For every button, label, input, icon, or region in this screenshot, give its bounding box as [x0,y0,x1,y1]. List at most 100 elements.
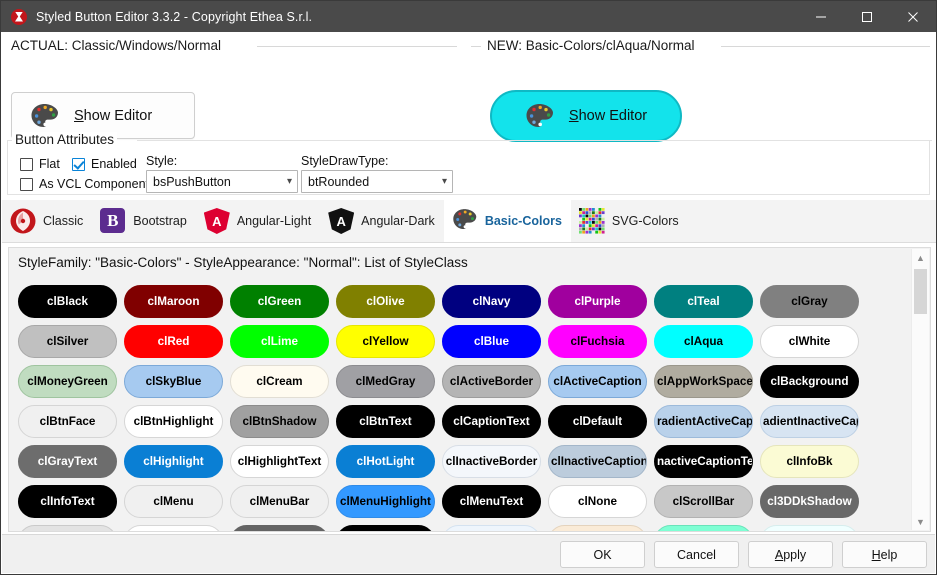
styleclass-button-clPurple[interactable]: clPurple [548,285,647,318]
styleclass-button-clHighlightText[interactable]: clHighlightText [230,445,329,478]
apply-button[interactable]: Apply [748,541,833,568]
styleclass-button-clActiveCaption[interactable]: clActiveCaption [548,365,647,398]
styleclass-button-clWindow[interactable]: clWindow [124,525,223,531]
styleclass-button-clMenu[interactable]: clMenu [124,485,223,518]
checkbox-flat-box[interactable] [20,157,33,171]
style-family-tab-label: Basic-Colors [484,214,562,228]
styleclass-button-adientInactiveCap[interactable]: adientInactiveCap [760,405,859,438]
styleclass-cell: clMoneyGreen [18,358,124,398]
cancel-button[interactable]: Cancel [654,541,739,568]
styleclass-button-clCaptionText[interactable]: clCaptionText [442,405,541,438]
styleclass-cell: cl3DLight [18,518,124,531]
styleclass-button-clMenuText[interactable]: clMenuText [442,485,541,518]
chevron-down-icon[interactable]: ▼ [912,513,929,530]
styleclass-button-clMoneyGreen[interactable]: clMoneyGreen [18,365,117,398]
styleclass-button-label: clInfoBk [786,455,833,468]
styleclass-button-clScrollBar[interactable]: clScrollBar [654,485,753,518]
styleclass-button-label: clLime [260,335,299,348]
styleclass-button-label: clInfoText [40,495,95,508]
styleclass-button-cl3DLight[interactable]: cl3DLight [18,525,117,531]
style-family-tab-svg-colors[interactable]: SVG-Colors [571,200,688,242]
styleclass-button-clSkyBlue[interactable]: clSkyBlue [124,365,223,398]
ok-button[interactable]: OK [560,541,645,568]
style-family-tab-basic-colors[interactable]: Basic-Colors [443,200,571,242]
styleclass-button-clSilver[interactable]: clSilver [18,325,117,358]
styleclass-button-clMaroon[interactable]: clMaroon [124,285,223,318]
styleclass-button-clAppWorkSpace[interactable]: clAppWorkSpace [654,365,753,398]
styleclass-button-clWebAliceBlue[interactable]: clWebAliceBlue [442,525,541,531]
styleclass-button-clYellow[interactable]: clYellow [336,325,435,358]
styleclass-row: clBtnFace clBtnHighlight clBtnShadow clBtnT… [18,398,900,438]
styleclass-button-radientActiveCapt[interactable]: radientActiveCapt [654,405,753,438]
styleclass-button-clGray[interactable]: clGray [760,285,859,318]
style-combobox[interactable]: bsPushButton ▾ [146,170,298,193]
styleclass-button-clActiveBorder[interactable]: clActiveBorder [442,365,541,398]
new-group-divider-right [721,46,930,47]
checkbox-as-vcl-component[interactable]: As VCL Component [20,177,149,191]
styleclass-button-clMenuBar[interactable]: clMenuBar [230,485,329,518]
styleclass-button-clWebAntiqueWhite[interactable]: clWebAntiqueWhite [548,525,647,531]
styleclass-button-clCream[interactable]: clCream [230,365,329,398]
checkbox-enabled-box[interactable] [72,157,85,171]
styleclass-button-clInactiveBorder[interactable]: clInactiveBorder [442,445,541,478]
minimize-icon[interactable] [798,1,844,32]
styleclass-cell: cl3DDkShadow [760,478,866,518]
styleclass-button-clBlue[interactable]: clBlue [442,325,541,358]
apply-button-label: Apply [774,547,807,562]
styleclass-cell: clMenuText [442,478,548,518]
styleclass-button-clGreen[interactable]: clGreen [230,285,329,318]
styleclass-button-clNavy[interactable]: clNavy [442,285,541,318]
styleclass-button-clOlive[interactable]: clOlive [336,285,435,318]
styleclass-button-cl3DDkShadow[interactable]: cl3DDkShadow [760,485,859,518]
styleclass-button-clInactiveCaption[interactable]: clInactiveCaption [548,445,647,478]
maximize-icon[interactable] [844,1,890,32]
styleclass-cell: clMedGray [336,358,442,398]
styleclass-button-clHotLight[interactable]: clHotLight [336,445,435,478]
styleclass-button-clFuchsia[interactable]: clFuchsia [548,325,647,358]
styleclass-button-clWebAquamarine[interactable]: clWebAquamarine [654,525,753,531]
styleclass-button-label: clNavy [472,295,511,308]
styleclass-button-clDefault[interactable]: clDefault [548,405,647,438]
style-family-tab-angular-dark[interactable]: A Angular-Dark [320,200,444,242]
styleclass-button-nactiveCaptionTe[interactable]: nactiveCaptionTe [654,445,753,478]
style-family-tab-bootstrap[interactable]: B Bootstrap [92,200,196,242]
preview-area: ACTUAL: Classic/Windows/Normal Show Edit… [1,32,936,142]
styleclass-button-clWindowText[interactable]: clWindowText [336,525,435,531]
styleclass-button-clMenuHighlight[interactable]: clMenuHighlight [336,485,435,518]
close-icon[interactable] [890,1,936,32]
styleclass-button-clBtnHighlight[interactable]: clBtnHighlight [124,405,223,438]
checkbox-flat[interactable]: Flat [20,157,60,171]
new-group-divider-left [471,46,481,47]
styleclass-button-label: clBlue [473,335,510,348]
styleclass-button-clBackground[interactable]: clBackground [760,365,859,398]
checkbox-as-vcl-component-box[interactable] [20,177,33,191]
styleclass-button-clNone[interactable]: clNone [548,485,647,518]
help-button[interactable]: Help [842,541,927,568]
styleclass-button-clTeal[interactable]: clTeal [654,285,753,318]
styleclass-button-label: clHotLight [356,455,415,468]
styleclass-button-clBtnText[interactable]: clBtnText [336,405,435,438]
styleclass-button-clLime[interactable]: clLime [230,325,329,358]
scrollbar-thumb[interactable] [914,269,927,314]
styleclass-button-clBtnShadow[interactable]: clBtnShadow [230,405,329,438]
checkbox-enabled[interactable]: Enabled [72,157,137,171]
styleclass-button-clHighlight[interactable]: clHighlight [124,445,223,478]
styleclass-button-clInfoBk[interactable]: clInfoBk [760,445,859,478]
styleclass-button-clRed[interactable]: clRed [124,325,223,358]
styleclass-button-clWhite[interactable]: clWhite [760,325,859,358]
styledrawtype-combobox[interactable]: btRounded ▾ [301,170,453,193]
styleclass-button-clBtnFace[interactable]: clBtnFace [18,405,117,438]
button-attributes-group: Button Attributes Flat Enabled As VCL Co… [7,132,932,196]
styleclass-button-clAqua[interactable]: clAqua [654,325,753,358]
styleclass-button-clInfoText[interactable]: clInfoText [18,485,117,518]
styleclass-button-clMedGray[interactable]: clMedGray [336,365,435,398]
style-family-tab-angular-light[interactable]: A Angular-Light [196,200,320,242]
styleclass-button-clBlack[interactable]: clBlack [18,285,117,318]
styleclass-list-scrollbar[interactable]: ▲ ▼ [911,249,929,530]
styleclass-button-clWebAzure[interactable]: clWebAzure [760,525,859,531]
chevron-up-icon[interactable]: ▲ [912,249,929,266]
styleclass-button-clGrayText[interactable]: clGrayText [18,445,117,478]
style-family-tab-classic[interactable]: Classic [2,200,92,242]
styleclass-button-clWindowFrame[interactable]: clWindowFrame [230,525,329,531]
styleclass-cell: clActiveCaption [548,358,654,398]
